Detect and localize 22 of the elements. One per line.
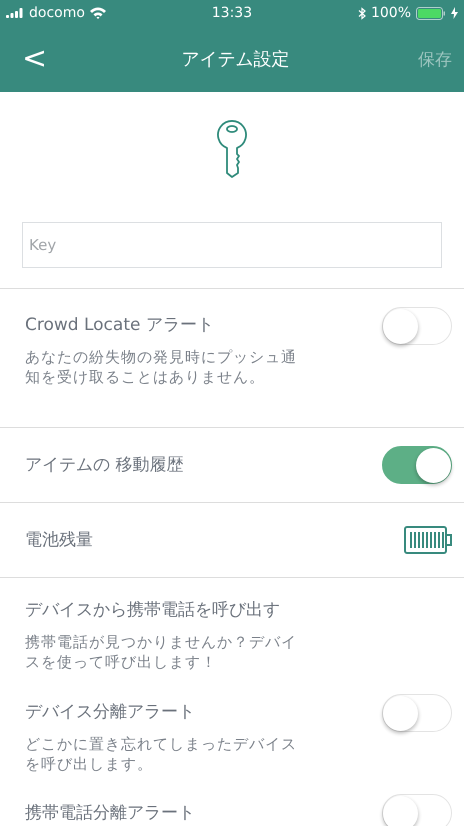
battery-percent: 100%: [370, 5, 411, 21]
bluetooth-icon: [358, 6, 366, 20]
item-name-field[interactable]: Key: [22, 222, 442, 268]
signal-icon: [6, 8, 24, 18]
battery-icon: [416, 6, 446, 20]
page-title: アイテム設定: [182, 48, 290, 71]
toggle-switch[interactable]: [382, 446, 452, 484]
setting-description: 携帯電話が見つかりませんか？デバイスを使って呼び出します！: [25, 632, 298, 672]
battery-icon: [404, 526, 452, 554]
key-icon: [217, 118, 247, 178]
setting-title: デバイスから携帯電話を呼び出す: [25, 599, 281, 622]
setting-title: Crowd Locate アラート: [25, 314, 215, 337]
setting-title: デバイス分離アラート: [25, 701, 196, 724]
carrier-name: docomo: [29, 5, 85, 21]
setting-title: 携帯電話分離アラート: [25, 802, 195, 825]
setting-description: あなたの紛失物の発見時にプッシュ通知を受け取ることはありません。: [25, 347, 298, 387]
setting-title: アイテムの 移動履歴: [25, 454, 184, 477]
setting-description: どこかに置き忘れてしまったデバイスを呼び出します。: [25, 734, 298, 774]
back-button[interactable]: <: [16, 44, 54, 74]
wifi-icon: [90, 7, 106, 19]
setting-title: 電池残量: [25, 529, 93, 552]
clock: 13:33: [212, 5, 252, 21]
